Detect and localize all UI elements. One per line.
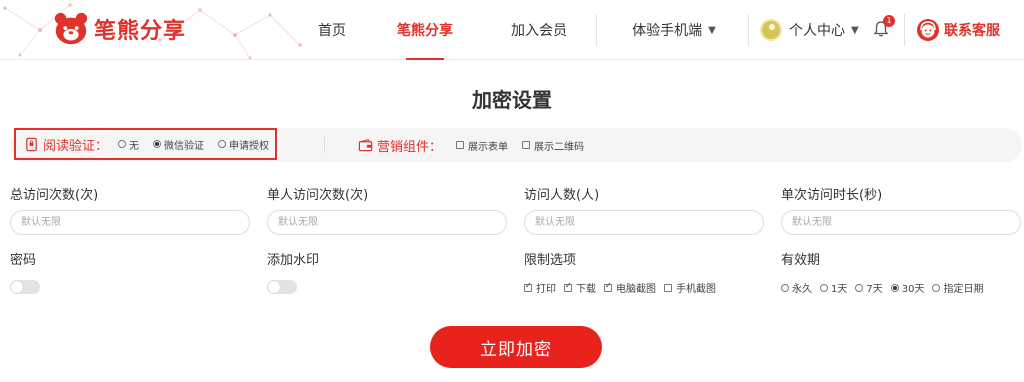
logo[interactable]: 笔熊分享	[52, 10, 186, 48]
total-visits-input[interactable]	[10, 210, 250, 235]
checkbox	[456, 141, 465, 149]
watermark-label: 添加水印	[267, 253, 320, 268]
option-label: 无	[129, 140, 140, 152]
option-label: 30天	[901, 284, 925, 295]
read-verify-option-none[interactable]: 无	[118, 137, 139, 152]
nav-home[interactable]: 首页	[300, 0, 364, 60]
option-label: 展示二维码	[534, 141, 585, 153]
marketing-label: 营销组件：	[377, 139, 443, 155]
radio-button	[118, 140, 127, 148]
marketing-group: 营销组件： 展示表单 展示二维码	[358, 130, 584, 160]
read-verify-label: 阅读验证：	[43, 138, 109, 154]
bear-logo-icon	[54, 12, 88, 45]
restriction-print[interactable]: 打印	[524, 280, 556, 295]
read-verify-option-wechat[interactable]: 微信验证	[153, 137, 204, 152]
option-label: 展示表单	[468, 141, 509, 153]
user-center-menu[interactable]: 个人中心 ▼	[760, 0, 872, 60]
visitors-label: 访问人数(人)	[524, 188, 600, 203]
radio-button	[932, 283, 941, 292]
radio-button	[781, 283, 789, 292]
caret-down-icon: ▼	[851, 24, 859, 36]
radio-button	[820, 283, 828, 292]
option-label: 电脑截图	[616, 284, 656, 295]
radio-button	[855, 283, 864, 292]
checkbox-checked	[564, 281, 572, 292]
logo-text: 笔熊分享	[94, 19, 187, 44]
read-verify-group: 阅读验证： 无 微信验证 申请授权	[14, 128, 277, 160]
option-label: 微信验证	[164, 140, 205, 152]
validity-1-day[interactable]: 1天	[820, 280, 847, 295]
wallet-icon	[358, 138, 373, 151]
option-label: 打印	[536, 284, 556, 295]
restrictions-label: 限制选项	[524, 253, 577, 268]
validity-30-days[interactable]: 30天	[890, 280, 925, 295]
customer-service-icon	[917, 19, 939, 41]
restriction-pc-screenshot[interactable]: 电脑截图	[604, 280, 656, 295]
checkbox-checked	[524, 281, 532, 292]
option-label: 1天	[831, 284, 848, 295]
nav-divider	[596, 14, 597, 46]
option-label: 永久	[792, 284, 812, 295]
page-title: 加密设置	[472, 88, 552, 112]
nav-divider	[904, 14, 905, 46]
option-label: 7天	[866, 284, 883, 295]
restriction-download[interactable]: 下载	[564, 280, 596, 295]
password-label: 密码	[10, 253, 37, 268]
contact-support-button[interactable]: 联系客服	[916, 0, 1016, 60]
validity-custom-date[interactable]: 指定日期	[932, 280, 983, 295]
nav-bixiong-share[interactable]: 笔熊分享	[384, 0, 466, 60]
option-label: 下载	[576, 284, 596, 295]
nav-divider	[748, 14, 749, 46]
visitors-input[interactable]	[524, 210, 764, 235]
validity-label: 有效期	[781, 253, 821, 268]
read-verify-option-request[interactable]: 申请授权	[218, 137, 269, 152]
phone-lock-icon	[26, 137, 37, 151]
radio-button	[218, 140, 227, 148]
single-visits-input[interactable]	[267, 210, 507, 235]
watermark-toggle[interactable]	[267, 280, 297, 294]
top-header: 笔熊分享 首页 笔熊分享 加入会员 体验手机端 ▼ 个人中心 ▼ 1 联系客服	[0, 0, 1024, 60]
checkbox	[664, 283, 672, 292]
option-label: 指定日期	[943, 284, 984, 295]
validity-7-days[interactable]: 7天	[855, 280, 883, 295]
caret-down-icon: ▼	[708, 24, 716, 36]
nav-mobile[interactable]: 体验手机端 ▼	[614, 0, 734, 60]
nav-mobile-label: 体验手机端	[632, 23, 703, 39]
password-toggle[interactable]	[10, 280, 40, 294]
nav-join-member[interactable]: 加入会员	[496, 0, 582, 60]
checkbox	[522, 141, 531, 149]
radio-button-selected	[153, 140, 162, 148]
restriction-mobile-screenshot[interactable]: 手机截图	[664, 280, 716, 295]
user-center-label: 个人中心	[789, 23, 845, 39]
marketing-option-form[interactable]: 展示表单	[456, 138, 508, 153]
option-label: 手机截图	[676, 284, 716, 295]
support-label: 联系客服	[944, 23, 1000, 39]
option-label: 申请授权	[229, 140, 270, 152]
marketing-option-qrcode[interactable]: 展示二维码	[522, 138, 584, 153]
radio-button-selected	[890, 283, 899, 292]
validity-forever[interactable]: 永久	[781, 280, 812, 295]
notification-badge: 1	[883, 15, 895, 27]
bar-divider	[324, 137, 325, 153]
single-duration-input[interactable]	[781, 210, 1021, 235]
single-visits-label: 单人访问次数(次)	[267, 188, 369, 203]
restrictions-options: 打印 下载 电脑截图 手机截图	[524, 280, 724, 295]
validity-options: 永久 1天 7天 30天 指定日期	[781, 280, 991, 295]
checkbox-checked	[604, 281, 612, 292]
avatar	[760, 19, 782, 41]
single-duration-label: 单次访问时长(秒)	[781, 188, 883, 203]
total-visits-label: 总访问次数(次)	[10, 188, 99, 203]
encrypt-now-button[interactable]: 立即加密	[430, 326, 602, 368]
